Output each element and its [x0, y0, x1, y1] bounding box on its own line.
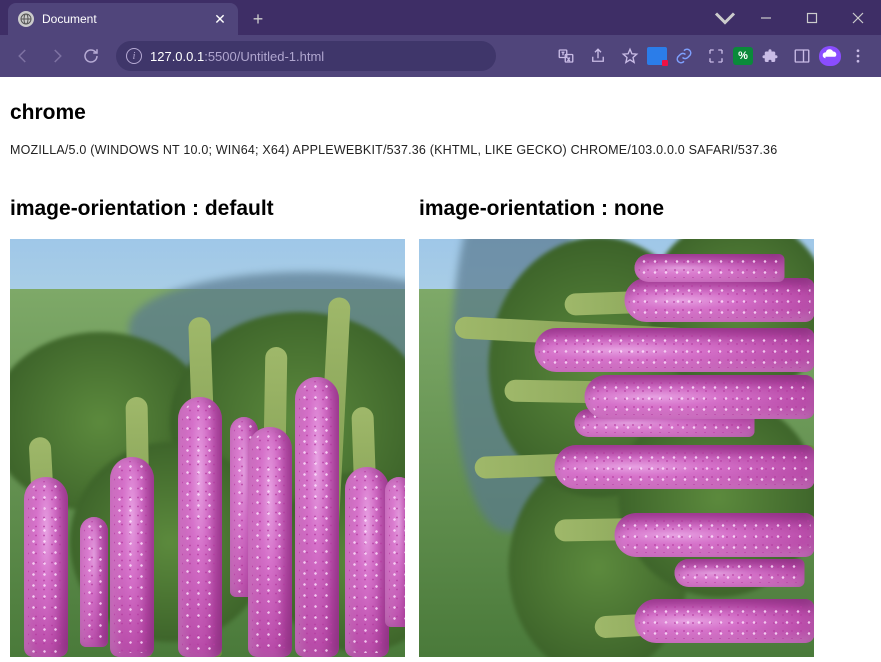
new-tab-button[interactable]: +	[244, 5, 272, 33]
close-window-button[interactable]	[835, 4, 881, 32]
col1-title: image-orientation : default	[10, 197, 405, 221]
chevron-down-icon[interactable]	[707, 4, 743, 32]
image-none	[419, 239, 814, 657]
bookmark-star-icon[interactable]	[615, 41, 645, 71]
page-heading: chrome	[10, 101, 871, 125]
kebab-menu-icon[interactable]	[843, 41, 873, 71]
browser-toolbar: i 127.0.0.1:5500/Untitled-1.html %	[0, 35, 881, 77]
column-none: image-orientation : none	[419, 197, 814, 657]
frame-icon[interactable]	[701, 41, 731, 71]
extension-translator-icon[interactable]	[647, 47, 667, 65]
maximize-button[interactable]	[789, 4, 835, 32]
image-row: image-orientation : default	[10, 197, 871, 657]
share-icon[interactable]	[583, 41, 613, 71]
window-titlebar: Document ✕ +	[0, 0, 881, 35]
close-tab-button[interactable]: ✕	[212, 11, 228, 27]
toolbar-actions: %	[551, 41, 873, 71]
tab-title: Document	[42, 12, 204, 26]
site-info-icon[interactable]: i	[126, 48, 142, 64]
page-content: chrome MOZILLA/5.0 (WINDOWS NT 10.0; WIN…	[0, 77, 881, 662]
url-text: 127.0.0.1:5500/Untitled-1.html	[150, 49, 486, 64]
column-default: image-orientation : default	[10, 197, 405, 657]
tabstrip: Document ✕ +	[0, 3, 272, 35]
extensions-puzzle-icon[interactable]	[755, 41, 785, 71]
image-default	[10, 239, 405, 657]
user-agent-text: MOZILLA/5.0 (WINDOWS NT 10.0; WIN64; X64…	[10, 143, 871, 157]
minimize-button[interactable]	[743, 4, 789, 32]
reload-button[interactable]	[76, 41, 106, 71]
browser-tab[interactable]: Document ✕	[8, 3, 238, 35]
address-bar[interactable]: i 127.0.0.1:5500/Untitled-1.html	[116, 41, 496, 71]
extension-percent-icon[interactable]: %	[733, 47, 753, 65]
link-icon[interactable]	[669, 41, 699, 71]
translate-icon[interactable]	[551, 41, 581, 71]
back-button[interactable]	[8, 41, 38, 71]
url-path: :5500/Untitled-1.html	[204, 49, 324, 64]
globe-icon	[18, 11, 34, 27]
url-host: 127.0.0.1	[150, 49, 204, 64]
forward-button[interactable]	[42, 41, 72, 71]
side-panel-icon[interactable]	[787, 41, 817, 71]
window-controls	[707, 0, 881, 35]
col2-title: image-orientation : none	[419, 197, 814, 221]
extension-cloud-icon[interactable]	[819, 46, 841, 66]
